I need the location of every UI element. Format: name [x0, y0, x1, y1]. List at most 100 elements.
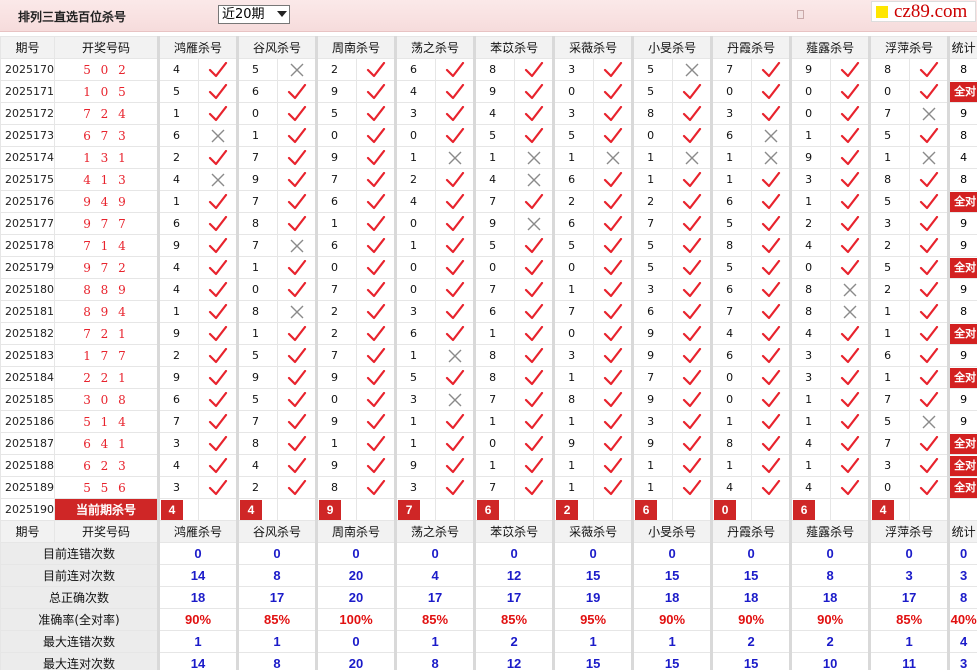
period-range-value: 近20期: [222, 7, 265, 22]
kill-value-cell: 4: [157, 58, 199, 81]
check-icon: [197, 58, 239, 81]
kill-value-cell: 1: [789, 190, 832, 213]
table-row: 2025186 5 1 477911131159: [0, 410, 977, 433]
predictor-column-header[interactable]: 荡之杀号: [394, 36, 476, 59]
draw-number-cell: 7 2 4: [54, 102, 159, 125]
predictor-column-header[interactable]: 荡之杀号: [394, 520, 476, 543]
predictor-column-header[interactable]: 小旻杀号: [631, 520, 713, 543]
predictor-column-header[interactable]: 谷风杀号: [236, 520, 318, 543]
check-icon: [830, 212, 871, 235]
stat-cell: 8: [947, 168, 977, 191]
check-icon: [830, 102, 871, 125]
check-icon: [830, 388, 871, 411]
check-icon: [514, 476, 555, 499]
predictor-column-header[interactable]: 采薇杀号: [552, 36, 634, 59]
kill-value-cell: 0: [710, 388, 753, 411]
predictor-column-header[interactable]: 浮萍杀号: [868, 36, 950, 59]
check-icon: [277, 432, 318, 455]
kill-value-cell: 5: [473, 124, 516, 147]
period-range-select[interactable]: 近20期: [218, 5, 290, 24]
predictor-column-header[interactable]: 谷风杀号: [236, 36, 318, 59]
current-kill-cell: 6: [631, 498, 674, 521]
kill-value-cell: 4: [789, 476, 832, 499]
check-icon: [197, 366, 239, 389]
period-cell: 2025181: [0, 300, 55, 323]
kill-value-cell: 8: [473, 344, 516, 367]
period-cell: 2025174: [0, 146, 55, 169]
kill-value-cell: 0: [868, 476, 911, 499]
draw-number-cell: 7 1 4: [54, 234, 159, 257]
kill-value-cell: 7: [868, 388, 911, 411]
kill-value-cell: 5: [236, 344, 279, 367]
kill-value-cell: 1: [631, 476, 674, 499]
check-icon: [672, 432, 713, 455]
kill-value-cell: 9: [157, 234, 199, 257]
draw-column-header: 开奖号码: [54, 520, 159, 543]
kill-value-cell: 8: [789, 278, 832, 301]
predictor-column-header[interactable]: 采薇杀号: [552, 520, 634, 543]
kill-value-cell: 9: [236, 168, 279, 191]
check-icon: [277, 102, 318, 125]
predictor-column-header[interactable]: 丹霞杀号: [710, 36, 792, 59]
check-icon: [277, 278, 318, 301]
check-icon: [356, 366, 397, 389]
predictor-column-header[interactable]: 周南杀号: [315, 36, 397, 59]
check-icon: [672, 454, 713, 477]
kill-value-cell: 8: [552, 388, 595, 411]
table-row: 2025173 6 7 361005506158: [0, 124, 977, 147]
cross-icon: [435, 388, 476, 411]
predictor-column-header[interactable]: 薤露杀号: [789, 520, 871, 543]
check-icon: [909, 212, 950, 235]
kill-value-cell: 8: [315, 476, 358, 499]
empty-cell: [751, 498, 792, 521]
kill-value-cell: 3: [394, 476, 437, 499]
table-row: 2025171 1 0 5 5 6 9 4 9 0 5 0 0 0 全对: [0, 80, 977, 103]
draw-number-cell: 6 7 3: [54, 124, 159, 147]
check-icon: [356, 476, 397, 499]
stats-value: 18: [631, 586, 713, 609]
check-icon: [672, 124, 713, 147]
stat-cell: 9: [947, 102, 977, 125]
stats-value: 20: [315, 564, 397, 587]
check-icon: [909, 366, 950, 389]
predictor-column-header[interactable]: 苯苡杀号: [473, 520, 555, 543]
predictor-column-header[interactable]: 周南杀号: [315, 520, 397, 543]
predictor-column-header[interactable]: 浮萍杀号: [868, 520, 950, 543]
check-icon: [514, 80, 555, 103]
kill-value-cell: 2: [315, 300, 358, 323]
stats-value: 0: [710, 542, 792, 565]
draw-number-cell: 6 4 1: [54, 432, 159, 455]
kill-value-cell: 1: [868, 366, 911, 389]
check-icon: [356, 124, 397, 147]
kill-value-cell: 2: [236, 476, 279, 499]
check-icon: [672, 102, 713, 125]
predictor-column-header[interactable]: 小旻杀号: [631, 36, 713, 59]
kill-value-cell: 1: [552, 476, 595, 499]
check-icon: [672, 212, 713, 235]
predictor-column-header[interactable]: 鸿雁杀号: [156, 520, 239, 543]
kill-value-cell: 5: [631, 234, 674, 257]
predictor-column-header[interactable]: 鸿雁杀号: [156, 36, 239, 59]
kill-value-cell: 0: [789, 102, 832, 125]
check-icon: [514, 124, 555, 147]
check-icon: [830, 410, 871, 433]
predictor-column-header[interactable]: 薤露杀号: [789, 36, 871, 59]
check-icon: [751, 190, 792, 213]
site-logo[interactable]: cz89.com: [871, 1, 976, 22]
check-icon: [672, 256, 713, 279]
check-icon: [356, 190, 397, 213]
check-icon: [672, 300, 713, 323]
check-icon: [197, 388, 239, 411]
draw-number-cell: 8 8 9: [54, 278, 159, 301]
stat-cell: 全对: [947, 80, 977, 103]
current-period-cell: 2025190: [0, 498, 55, 521]
stats-value: 12: [473, 652, 555, 670]
check-icon: [751, 168, 792, 191]
predictor-column-header[interactable]: 苯苡杀号: [473, 36, 555, 59]
check-icon: [593, 366, 634, 389]
small-box-icon: [797, 10, 804, 19]
check-icon: [672, 410, 713, 433]
predictor-column-header[interactable]: 丹霞杀号: [710, 520, 792, 543]
stats-label: 目前连错次数: [0, 542, 159, 565]
check-icon: [435, 80, 476, 103]
